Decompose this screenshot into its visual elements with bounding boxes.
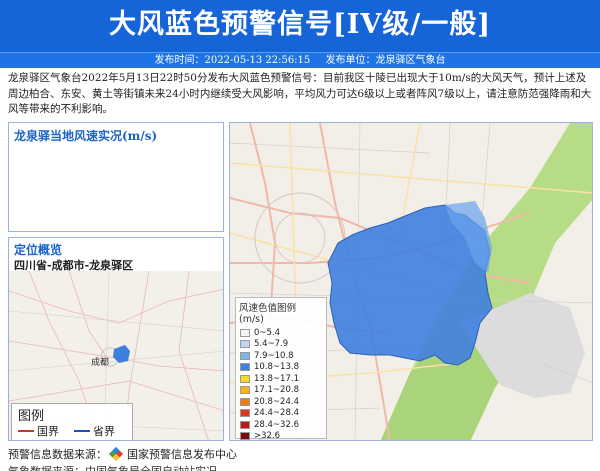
legend-swatch: [240, 386, 250, 395]
legend-row: 7.9~10.8: [236, 350, 326, 362]
publisher-label: 发布单位：: [325, 55, 376, 66]
legend-label: 13.8~17.1: [254, 373, 299, 384]
national-border-line: [18, 430, 34, 432]
publisher-info: 发布单位：龙泉驿区气象台: [325, 55, 445, 66]
location-panel-title: 定位概览: [14, 243, 63, 257]
legend-row: 13.8~17.1: [236, 373, 326, 385]
legend-swatch: [240, 409, 250, 418]
legend-label: 20.8~24.4: [254, 396, 299, 407]
legend-row: 10.8~13.8: [236, 362, 326, 374]
legend-label: >32.6: [254, 431, 281, 441]
publish-time: 2022-05-13 22:56:15: [204, 55, 311, 66]
legend-label: 24.4~28.4: [254, 408, 299, 419]
national-border-label: 国界: [37, 425, 59, 438]
source-label: 预警信息数据来源：: [8, 448, 107, 461]
legend-swatch: [240, 397, 250, 406]
legend-label: 17.1~20.8: [254, 385, 299, 396]
legend-row: 20.8~24.4: [236, 396, 326, 408]
publish-time-info: 发布时间：2022-05-13 22:56:15: [155, 55, 311, 66]
legend-label: 7.9~10.8: [254, 350, 294, 361]
legend-row: >32.6: [236, 431, 326, 441]
legend-label: 5.4~7.9: [254, 339, 289, 350]
alert-source: 预警信息数据来源： 国家预警信息发布中心: [8, 446, 237, 462]
legend-provincial-border: 省界: [74, 423, 115, 439]
legend-label: 10.8~13.8: [254, 362, 299, 373]
warning-area-map[interactable]: 风速色值图例 (m/s) 0~5.4 5.4~7.9 7.9~10.8 10.8…: [229, 122, 593, 441]
provincial-border-line: [74, 430, 90, 432]
legend-swatch: [240, 351, 250, 360]
alert-meta: 发布时间：2022-05-13 22:56:15 发布单位：龙泉驿区气象台: [0, 52, 600, 68]
legend-label: 0~5.4: [254, 327, 281, 338]
legend-swatch: [240, 340, 250, 349]
legend-swatch: [240, 374, 250, 383]
publisher: 龙泉驿区气象台: [375, 55, 446, 66]
legend-row: 28.4~32.6: [236, 419, 326, 431]
warning-center-logo-icon: [108, 446, 124, 462]
legend-swatch: [240, 328, 250, 337]
source-name: 国家预警信息发布中心: [127, 448, 237, 461]
wind-speed-panel: 龙泉驿当地风速实况(m/s): [8, 122, 224, 232]
legend-swatch: [240, 432, 250, 440]
overview-legend-title: 图例: [18, 409, 45, 424]
overview-legend: 图例 国界 省界: [11, 403, 133, 440]
chengdu-city-label: 成都: [91, 356, 109, 368]
weather-data-source: 气象数据来源：中国气象局全国自动站实况: [8, 463, 217, 471]
wind-panel-title: 龙泉驿当地风速实况(m/s): [14, 129, 158, 143]
legend-row: 0~5.4: [236, 327, 326, 339]
provincial-border-label: 省界: [93, 425, 115, 438]
legend-label: 28.4~32.6: [254, 419, 299, 430]
legend-swatch: [240, 420, 250, 429]
wind-color-legend: 风速色值图例 (m/s) 0~5.4 5.4~7.9 7.9~10.8 10.8…: [235, 297, 327, 441]
publish-time-label: 发布时间：: [154, 55, 205, 66]
alert-title: 大风蓝色预警信号[IV级/一般]: [109, 9, 491, 40]
alert-banner: 大风蓝色预警信号[IV级/一般]: [0, 0, 600, 52]
location-overview-panel: 定位概览 四川省-成都市-龙泉驿区 成都 图例 国界 省界: [8, 237, 224, 441]
color-legend-title: 风速色值图例 (m/s): [239, 303, 297, 325]
legend-row: 24.4~28.4: [236, 408, 326, 420]
alert-description: 龙泉驿区气象台2022年5月13日22时50分发布大风蓝色预警信号：目前我区十陵…: [8, 72, 592, 115]
legend-row: 17.1~20.8: [236, 385, 326, 397]
legend-swatch: [240, 363, 250, 372]
legend-national-border: 国界: [18, 423, 59, 439]
legend-row: 5.4~7.9: [236, 339, 326, 351]
